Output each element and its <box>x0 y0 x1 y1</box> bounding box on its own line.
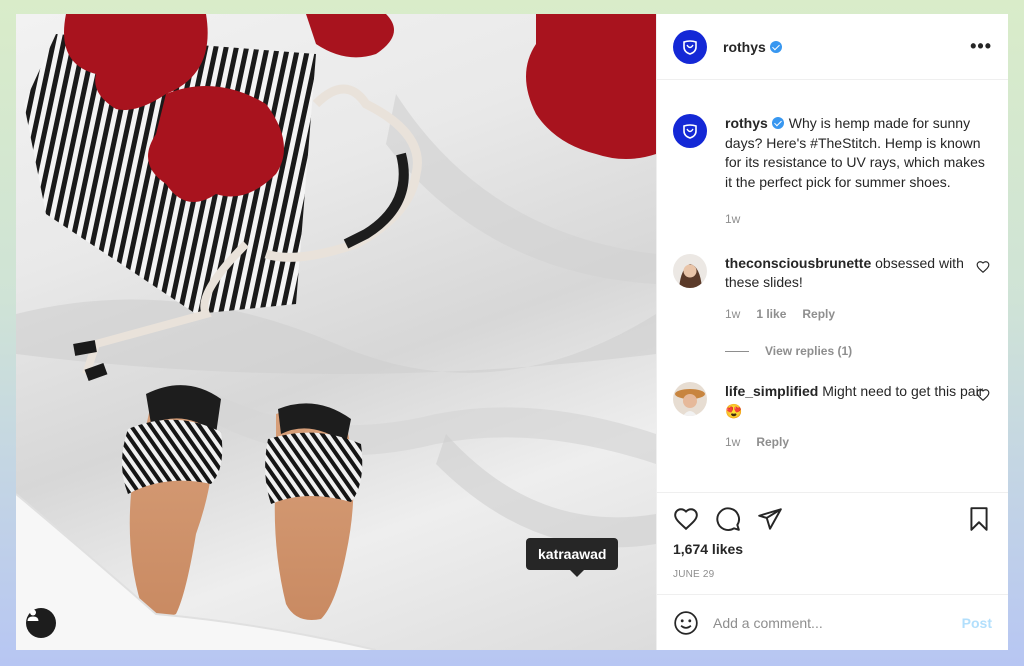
comment-bubble-icon[interactable] <box>715 506 741 532</box>
caption-username[interactable]: rothys <box>725 115 768 131</box>
post-comment-button[interactable]: Post <box>962 615 992 631</box>
comment-item: life_simplified Might need to get this p… <box>673 382 992 453</box>
post-date[interactable]: JUNE 29 <box>673 569 992 580</box>
comment-time[interactable]: 1w <box>725 305 740 325</box>
view-replies-button[interactable]: View replies (1) <box>725 344 992 358</box>
save-bookmark-icon[interactable] <box>966 506 992 532</box>
author-avatar[interactable] <box>673 29 707 64</box>
post-photo[interactable]: katraawad <box>16 14 656 650</box>
caption-time[interactable]: 1w <box>725 210 740 230</box>
post-header: rothys ••• <box>657 14 1008 80</box>
like-heart-icon[interactable] <box>673 506 699 532</box>
tagged-users-icon[interactable] <box>26 608 56 638</box>
comment-username[interactable]: life_simplified <box>725 383 818 399</box>
comment-input[interactable] <box>713 614 962 631</box>
verified-badge-icon <box>769 40 782 53</box>
caption-avatar[interactable] <box>673 114 707 148</box>
comments-list[interactable]: rothys Why is hemp made for sunny days? H… <box>657 80 1008 492</box>
user-tag-tooltip[interactable]: katraawad <box>526 538 619 577</box>
likes-count[interactable]: 1,674 likes <box>673 541 992 557</box>
like-comment-heart-icon[interactable] <box>976 388 990 402</box>
comment-username[interactable]: theconsciousbrunette <box>725 255 871 271</box>
caption: rothys Why is hemp made for sunny days? H… <box>673 114 992 230</box>
emoji-icon[interactable] <box>673 610 699 636</box>
post-dialog: katraawad rothys ••• rothys Why is hemp … <box>16 14 1008 650</box>
reply-button[interactable]: Reply <box>802 305 835 325</box>
author-username[interactable]: rothys <box>723 39 766 55</box>
more-options-icon[interactable]: ••• <box>970 36 992 57</box>
comment-item: theconsciousbrunette obsessed with these… <box>673 253 992 325</box>
share-send-icon[interactable] <box>757 506 783 532</box>
brand-logo-icon <box>683 39 697 55</box>
commenter-avatar[interactable] <box>673 253 707 288</box>
verified-badge-icon <box>771 117 784 129</box>
reply-button[interactable]: Reply <box>756 433 789 453</box>
commenter-avatar[interactable] <box>673 382 707 416</box>
comment-time[interactable]: 1w <box>725 433 740 453</box>
like-comment-heart-icon[interactable] <box>976 260 990 274</box>
view-replies-line <box>725 350 749 352</box>
post-side-panel: rothys ••• rothys Why is hemp made for su… <box>656 14 1008 650</box>
comment-like-count[interactable]: 1 like <box>756 305 786 325</box>
post-actions: 1,674 likes JUNE 29 <box>657 492 1008 580</box>
brand-logo-icon <box>683 124 697 139</box>
view-replies-label: View replies (1) <box>765 344 853 358</box>
add-comment-bar: Post <box>657 594 1008 650</box>
